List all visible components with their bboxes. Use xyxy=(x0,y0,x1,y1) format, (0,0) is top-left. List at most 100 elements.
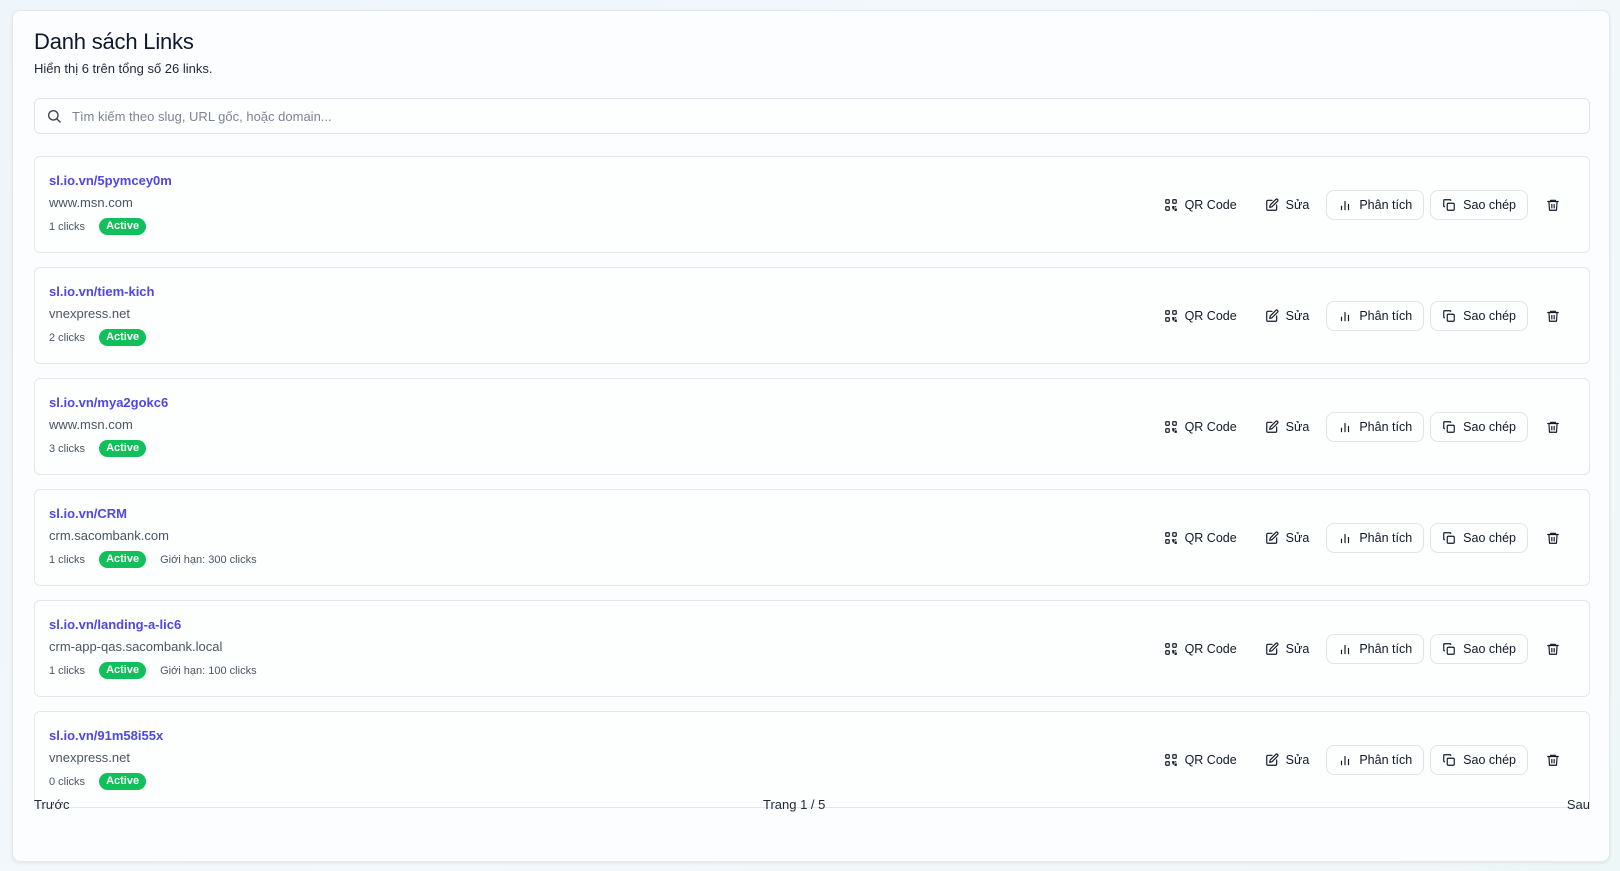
row-actions: QR Code Sửa Phân tích Sao chép xyxy=(1152,412,1571,442)
copy-icon xyxy=(1443,643,1456,655)
link-row: sl.io.vn/91m58i55x vnexpress.net 0 click… xyxy=(34,711,1590,808)
link-row: sl.io.vn/landing-a-lic6 crm-app-qas.saco… xyxy=(34,600,1590,697)
short-url-link[interactable]: sl.io.vn/landing-a-lic6 xyxy=(49,617,181,632)
click-count: 3 clicks xyxy=(49,442,86,455)
edit-button[interactable]: Sửa xyxy=(1253,634,1322,664)
page-title: Danh sách Links xyxy=(34,29,194,54)
edit-label: Sửa xyxy=(1285,198,1310,212)
trash-icon xyxy=(1547,421,1559,433)
analytics-button[interactable]: Phân tích xyxy=(1326,745,1425,775)
search-box[interactable] xyxy=(34,98,1590,134)
qr-code-label: QR Code xyxy=(1184,309,1237,323)
edit-icon xyxy=(1265,309,1279,322)
row-actions: QR Code Sửa Phân tích Sao chép xyxy=(1152,190,1571,220)
copy-icon xyxy=(1443,532,1456,544)
trash-icon xyxy=(1547,310,1559,322)
copy-icon xyxy=(1443,310,1456,322)
edit-label: Sửa xyxy=(1285,642,1310,656)
bar-chart-icon xyxy=(1341,200,1350,211)
prev-page-button[interactable]: Trước xyxy=(34,797,70,812)
click-count: 1 clicks xyxy=(49,220,86,233)
copy-button[interactable]: Sao chép xyxy=(1430,301,1528,331)
edit-icon xyxy=(1265,531,1279,544)
row-actions: QR Code Sửa Phân tích Sao chép xyxy=(1152,634,1571,664)
copy-label: Sao chép xyxy=(1463,531,1516,545)
edit-button[interactable]: Sửa xyxy=(1253,523,1322,553)
status-badge: Active xyxy=(99,773,147,790)
analytics-label: Phân tích xyxy=(1359,198,1413,212)
bar-chart-icon xyxy=(1341,311,1350,322)
analytics-label: Phân tích xyxy=(1359,642,1413,656)
link-meta: 2 clicks Active xyxy=(49,329,147,346)
copy-button[interactable]: Sao chép xyxy=(1430,523,1528,553)
short-url-link[interactable]: sl.io.vn/tiem-kich xyxy=(49,284,154,299)
short-url-link[interactable]: sl.io.vn/CRM xyxy=(49,506,127,521)
next-page-button[interactable]: Sau xyxy=(1567,797,1590,812)
status-badge: Active xyxy=(99,551,147,568)
trash-icon xyxy=(1547,754,1559,766)
link-meta: 1 clicks Active Giới hạn: 300 clicks xyxy=(49,551,257,568)
qr-code-button[interactable]: QR Code xyxy=(1152,745,1249,775)
status-badge: Active xyxy=(99,440,147,457)
edit-label: Sửa xyxy=(1285,420,1310,434)
edit-button[interactable]: Sửa xyxy=(1253,412,1322,442)
analytics-label: Phân tích xyxy=(1359,309,1413,323)
page-indicator: Trang 1 / 5 xyxy=(763,797,826,812)
destination-url: vnexpress.net xyxy=(49,306,130,321)
copy-button[interactable]: Sao chép xyxy=(1430,190,1528,220)
qr-code-icon xyxy=(1164,421,1177,433)
qr-code-button[interactable]: QR Code xyxy=(1152,301,1249,331)
destination-url: www.msn.com xyxy=(49,417,133,432)
delete-button[interactable] xyxy=(1535,634,1571,664)
copy-button[interactable]: Sao chép xyxy=(1430,634,1528,664)
copy-button[interactable]: Sao chép xyxy=(1430,745,1528,775)
copy-label: Sao chép xyxy=(1463,198,1516,212)
link-row: sl.io.vn/mya2gokc6 www.msn.com 3 clicks … xyxy=(34,378,1590,475)
trash-icon xyxy=(1547,199,1559,211)
trash-icon xyxy=(1547,532,1559,544)
delete-button[interactable] xyxy=(1535,745,1571,775)
links-card: Danh sách Links Hiển thị 6 trên tổng số … xyxy=(12,10,1610,862)
analytics-label: Phân tích xyxy=(1359,531,1413,545)
copy-label: Sao chép xyxy=(1463,309,1516,323)
qr-code-button[interactable]: QR Code xyxy=(1152,190,1249,220)
click-count: 2 clicks xyxy=(49,331,86,344)
edit-button[interactable]: Sửa xyxy=(1253,301,1322,331)
row-actions: QR Code Sửa Phân tích Sao chép xyxy=(1152,523,1571,553)
edit-label: Sửa xyxy=(1285,309,1310,323)
qr-code-button[interactable]: QR Code xyxy=(1152,523,1249,553)
qr-code-icon xyxy=(1164,199,1177,211)
qr-code-icon xyxy=(1164,643,1177,655)
destination-url: crm.sacombank.com xyxy=(49,528,169,543)
delete-button[interactable] xyxy=(1535,523,1571,553)
analytics-button[interactable]: Phân tích xyxy=(1326,301,1425,331)
qr-code-button[interactable]: QR Code xyxy=(1152,634,1249,664)
short-url-link[interactable]: sl.io.vn/mya2gokc6 xyxy=(49,395,168,410)
delete-button[interactable] xyxy=(1535,412,1571,442)
analytics-button[interactable]: Phân tích xyxy=(1326,523,1425,553)
analytics-button[interactable]: Phân tích xyxy=(1326,412,1425,442)
copy-button[interactable]: Sao chép xyxy=(1430,412,1528,442)
analytics-button[interactable]: Phân tích xyxy=(1326,190,1425,220)
search-input[interactable] xyxy=(72,99,1589,133)
delete-button[interactable] xyxy=(1535,190,1571,220)
search-icon xyxy=(46,108,62,124)
bar-chart-icon xyxy=(1341,755,1350,766)
edit-button[interactable]: Sửa xyxy=(1253,190,1322,220)
qr-code-button[interactable]: QR Code xyxy=(1152,412,1249,442)
page-subtitle: Hiển thị 6 trên tổng số 26 links. xyxy=(34,61,213,76)
row-actions: QR Code Sửa Phân tích Sao chép xyxy=(1152,745,1571,775)
analytics-button[interactable]: Phân tích xyxy=(1326,634,1425,664)
link-meta: 1 clicks Active Giới hạn: 100 clicks xyxy=(49,662,257,679)
short-url-link[interactable]: sl.io.vn/91m58i55x xyxy=(49,728,163,743)
edit-button[interactable]: Sửa xyxy=(1253,745,1322,775)
click-count: 0 clicks xyxy=(49,775,86,788)
short-url-link[interactable]: sl.io.vn/5pymcey0m xyxy=(49,173,172,188)
destination-url: vnexpress.net xyxy=(49,750,130,765)
click-count: 1 clicks xyxy=(49,664,86,677)
status-badge: Active xyxy=(99,329,147,346)
qr-code-label: QR Code xyxy=(1184,753,1237,767)
click-limit: Giới hạn: 100 clicks xyxy=(160,664,257,677)
destination-url: www.msn.com xyxy=(49,195,133,210)
delete-button[interactable] xyxy=(1535,301,1571,331)
